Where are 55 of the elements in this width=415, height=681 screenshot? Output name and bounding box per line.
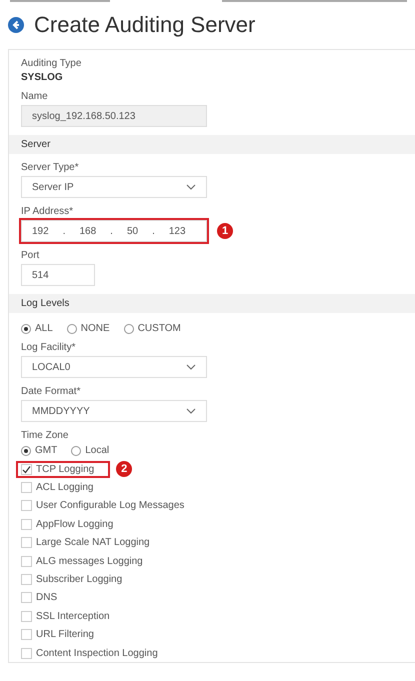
field-label: Port: [21, 250, 40, 261]
radio-option[interactable]: Local: [71, 445, 110, 456]
page-title: Create Auditing Server: [34, 12, 256, 38]
dropdown[interactable]: LOCAL0: [21, 356, 207, 378]
checkbox[interactable]: [21, 537, 32, 548]
checkbox-option[interactable]: User Configurable Log Messages: [18, 499, 198, 512]
dropdown[interactable]: Server IP: [21, 176, 207, 198]
checkbox-option[interactable]: ACL Logging: [18, 481, 108, 494]
checkbox[interactable]: [21, 482, 32, 494]
section-header: Log Levels: [9, 294, 415, 313]
checkbox-option[interactable]: AppFlow Logging: [18, 518, 128, 531]
radio-option[interactable]: ALL: [21, 323, 53, 334]
field-value: SYSLOG: [21, 72, 64, 83]
section-header: Server: [9, 135, 415, 154]
chevron-icon: [186, 408, 196, 414]
field-label: IP Address*: [21, 206, 74, 217]
field-label: Name: [21, 91, 49, 102]
radio-button[interactable]: [124, 324, 134, 334]
checkbox[interactable]: [21, 500, 32, 512]
radio-option[interactable]: CUSTOM: [124, 323, 181, 334]
field-label: Auditing Type: [21, 58, 82, 69]
chevron-icon: [186, 184, 196, 190]
checkbox-option[interactable]: ALG messages Logging: [18, 554, 157, 568]
radio-button[interactable]: [21, 324, 31, 334]
checkbox[interactable]: [21, 556, 32, 567]
callout-badge: 1: [217, 223, 233, 239]
checkbox-option[interactable]: TCP Logging: [18, 462, 108, 476]
radio-button[interactable]: [66, 324, 77, 334]
checkbox[interactable]: [21, 464, 32, 475]
checkbox[interactable]: [21, 518, 32, 530]
field-label: Server Type*: [21, 162, 80, 173]
callout-badge: 2: [116, 461, 132, 478]
checkbox-option[interactable]: Large Scale NAT Logging: [18, 536, 164, 550]
checkbox-option[interactable]: Subscriber Logging: [18, 573, 136, 586]
radio-option[interactable]: GMT: [21, 445, 58, 456]
back-icon[interactable]: [8, 17, 24, 33]
checkbox[interactable]: [21, 629, 32, 640]
radio-button[interactable]: [21, 446, 31, 456]
field-label: Time Zone: [21, 430, 70, 441]
input-field[interactable]: 514: [21, 264, 95, 286]
checkbox[interactable]: [21, 592, 32, 604]
radio-button[interactable]: [71, 446, 82, 456]
checkbox-option[interactable]: Content Inspection Logging: [18, 646, 172, 660]
chevron-icon: [186, 364, 196, 370]
ip-address-field[interactable]: 192 . 168 . 50 . 123: [21, 220, 207, 242]
field-label: Date Format*: [21, 386, 82, 397]
checkbox-option[interactable]: DNS: [18, 591, 72, 604]
dropdown[interactable]: MMDDYYYY: [21, 400, 207, 422]
field-label: Log Facility*: [21, 342, 76, 353]
checkbox[interactable]: [21, 648, 32, 659]
checkbox[interactable]: [21, 574, 32, 586]
checkbox[interactable]: [21, 610, 32, 622]
checkbox-option[interactable]: URL Filtering: [18, 628, 108, 642]
checkbox-option[interactable]: SSL Interception: [18, 610, 124, 623]
radio-option[interactable]: NONE: [66, 323, 110, 334]
